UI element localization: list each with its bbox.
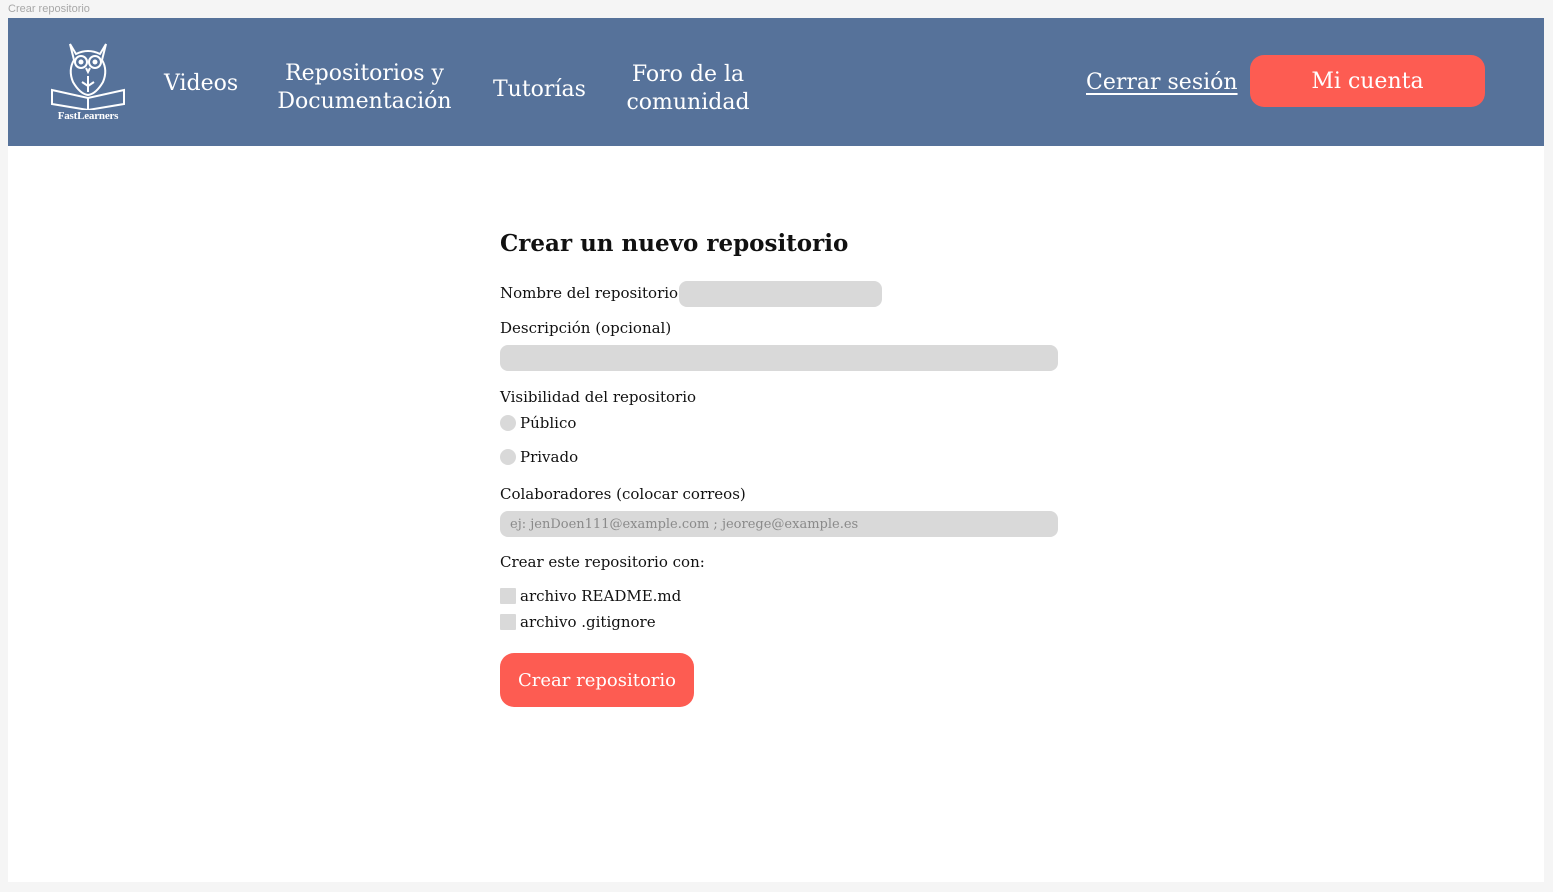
repo-name-input[interactable] xyxy=(679,281,882,307)
gitignore-checkbox-label: archivo .gitignore xyxy=(520,613,656,631)
readme-option[interactable]: archivo README.md xyxy=(500,587,681,605)
repo-name-label: Nombre del repositorio xyxy=(500,284,679,302)
owl-book-icon xyxy=(51,43,125,110)
public-radio-label: Público xyxy=(520,414,577,432)
nav-videos[interactable]: Videos xyxy=(164,70,238,98)
page: FastLearners Videos Repositorios y Docum… xyxy=(8,18,1544,882)
private-radio-label: Privado xyxy=(520,448,579,466)
navbar: FastLearners Videos Repositorios y Docum… xyxy=(8,18,1544,146)
nav-foro-line1: Foro de la xyxy=(631,62,745,87)
my-account-button[interactable]: Mi cuenta xyxy=(1250,55,1485,107)
brand-logo[interactable]: FastLearners xyxy=(48,40,128,126)
create-repo-button[interactable]: Crear repositorio xyxy=(500,653,694,707)
nav-repositorios[interactable]: Repositorios y Documentación xyxy=(272,60,457,116)
private-radio[interactable] xyxy=(500,449,516,465)
public-radio[interactable] xyxy=(500,415,516,431)
nav-foro-line2: comunidad xyxy=(626,90,750,115)
visibility-label: Visibilidad del repositorio xyxy=(500,388,697,406)
visibility-public-option[interactable]: Público xyxy=(500,414,576,432)
nav-repositorios-line2: Documentación xyxy=(277,89,452,114)
readme-checkbox-label: archivo README.md xyxy=(520,587,682,605)
frame-label: Crear repositorio xyxy=(8,3,90,15)
logout-link[interactable]: Cerrar sesión xyxy=(1086,69,1238,97)
gitignore-checkbox[interactable] xyxy=(500,614,516,630)
nav-repositorios-line1: Repositorios y xyxy=(285,61,444,86)
collaborators-input[interactable] xyxy=(500,511,1058,537)
description-label: Descripción (opcional) xyxy=(500,319,672,337)
page-title: Crear un nuevo repositorio xyxy=(500,230,849,257)
gitignore-option[interactable]: archivo .gitignore xyxy=(500,613,656,631)
nav-tutorias[interactable]: Tutorías xyxy=(493,76,586,104)
nav-foro[interactable]: Foro de la comunidad xyxy=(623,61,753,117)
description-input[interactable] xyxy=(500,345,1058,371)
readme-checkbox[interactable] xyxy=(500,588,516,604)
create-with-label: Crear este repositorio con: xyxy=(500,553,705,571)
visibility-private-option[interactable]: Privado xyxy=(500,448,578,466)
collaborators-label: Colaboradores (colocar correos) xyxy=(500,485,746,503)
brand-name: FastLearners xyxy=(57,110,119,122)
